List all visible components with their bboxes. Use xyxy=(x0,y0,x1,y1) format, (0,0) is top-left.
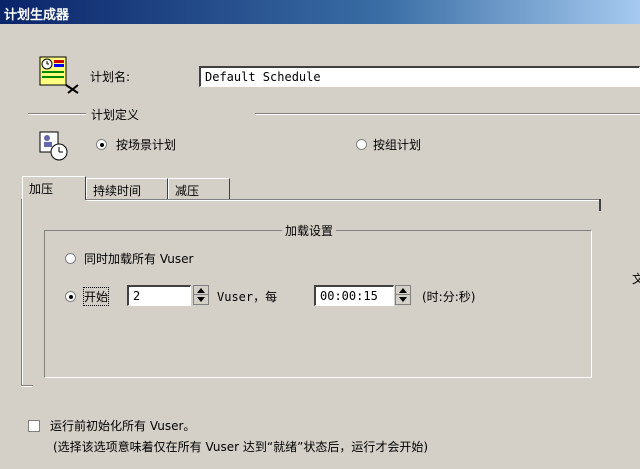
tab-ramp-up[interactable]: 加压 xyxy=(22,176,86,200)
tab-ramp-down[interactable]: 减压 xyxy=(168,178,230,200)
schedule-icon xyxy=(38,55,82,95)
start-count-stepper[interactable] xyxy=(193,285,209,305)
tab-panel-right-mark xyxy=(599,199,601,211)
stepper-up-icon[interactable] xyxy=(197,288,205,293)
tab-duration-label: 持续时间 xyxy=(93,184,142,198)
init-checkbox[interactable] xyxy=(28,420,40,432)
window-title: 计划生成器 xyxy=(4,8,70,23)
by-scenario-radio[interactable] xyxy=(96,139,107,150)
interval-input[interactable]: 00:00:15 xyxy=(314,285,394,306)
init-checkbox-label[interactable]: 运行前初始化所有 Vuser。 xyxy=(50,417,195,434)
start-radio[interactable] xyxy=(65,291,76,302)
init-note: (选择该选项意味着仅在所有 Vuser 达到“就绪”状态后，运行才会开始) xyxy=(53,440,428,454)
vuser-every-label: Vuser，每 xyxy=(217,290,278,304)
tab-ramp-down-label: 减压 xyxy=(175,184,200,198)
definition-legend: 计划定义 xyxy=(91,108,140,122)
start-label[interactable]: 开始 xyxy=(82,287,110,306)
tab-duration[interactable]: 持续时间 xyxy=(86,178,168,200)
by-scenario-label[interactable]: 按场景计划 xyxy=(116,136,176,153)
interval-stepper[interactable] xyxy=(395,285,411,305)
stepper-down-icon[interactable] xyxy=(399,297,407,302)
time-format-label: (时:分:秒) xyxy=(422,290,476,304)
stepper-up-icon[interactable] xyxy=(399,288,407,293)
load-all-radio[interactable] xyxy=(65,253,76,264)
by-group-radio[interactable] xyxy=(356,139,367,150)
tab-panel-top-edge xyxy=(86,199,601,201)
load-settings-legend: 加载设置 xyxy=(282,222,337,239)
right-edge-glyph: 文 xyxy=(632,272,640,286)
schedule-name-label: 计划名: xyxy=(90,70,131,84)
scenario-clock-icon xyxy=(37,130,69,162)
tab-ramp-up-label: 加压 xyxy=(29,182,54,196)
start-count-input[interactable]: 2 xyxy=(127,285,191,306)
tab-panel-bottom-mark xyxy=(21,385,33,387)
by-group-label[interactable]: 按组计划 xyxy=(373,136,421,153)
schedule-name-input[interactable]: Default Schedule xyxy=(199,66,640,87)
load-all-label[interactable]: 同时加载所有 Vuser xyxy=(84,250,193,267)
stepper-down-icon[interactable] xyxy=(197,297,205,302)
title-bar: 计划生成器 xyxy=(0,0,640,24)
definition-group-top-left xyxy=(28,113,86,115)
tab-panel-left-edge xyxy=(21,199,23,385)
definition-group-top-right xyxy=(255,113,640,115)
